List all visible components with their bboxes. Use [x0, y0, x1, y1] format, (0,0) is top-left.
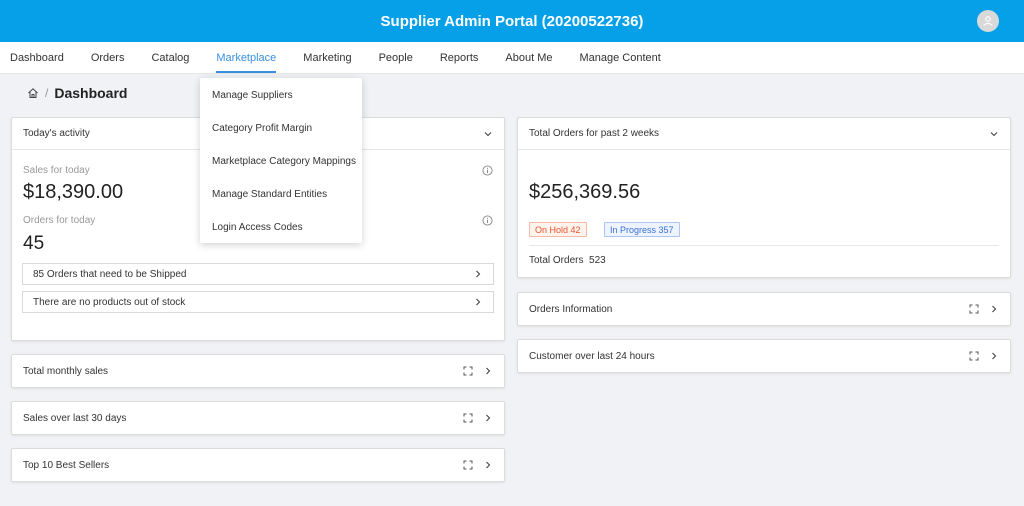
expand-icon[interactable] [463, 460, 473, 470]
total-orders-card: Total Orders for past 2 weeks $256,369.5… [517, 117, 1011, 278]
breadcrumb-separator: / [45, 86, 49, 100]
info-icon[interactable] [482, 215, 493, 226]
card-header[interactable]: Sales over last 30 days [12, 402, 504, 434]
chevron-right-icon[interactable] [483, 413, 493, 423]
sales-today-value: $18,390.00 [23, 181, 124, 203]
card-header[interactable]: Customer over last 24 hours [518, 340, 1010, 372]
nav-people[interactable]: People [379, 42, 413, 74]
nav-label: Marketing [303, 51, 352, 64]
nav-manage-content[interactable]: Manage Content [579, 42, 660, 74]
card-header[interactable]: Total monthly sales [12, 355, 504, 387]
nav-marketing[interactable]: Marketing [303, 42, 351, 74]
chevron-right-icon[interactable] [989, 351, 999, 361]
total-orders-amount: $256,369.56 [529, 181, 641, 203]
nav-label: About Me [505, 51, 553, 64]
nav-label: People [378, 51, 413, 64]
top-header: Supplier Admin Portal (20200522736) [0, 0, 1024, 42]
chevron-down-icon[interactable] [483, 129, 493, 139]
card-title: Sales over last 30 days [23, 412, 127, 424]
sales-today-label: Sales for today [23, 165, 90, 176]
expand-icon[interactable] [463, 413, 473, 423]
nav-about-me[interactable]: About Me [505, 42, 552, 74]
in-progress-badge: In Progress 357 [604, 222, 680, 237]
nav-label: Orders [90, 51, 125, 64]
total-orders-label: Total Orders [529, 255, 584, 266]
nav-dashboard[interactable]: Dashboard [10, 42, 64, 74]
nav-label: Dashboard [10, 51, 64, 64]
top-10-best-sellers-card: Top 10 Best Sellers [11, 448, 505, 482]
row-label: 85 Orders that need to be Shipped [33, 268, 187, 280]
menu-item-manage-suppliers[interactable]: Manage Suppliers [200, 79, 362, 112]
card-header[interactable]: Orders Information [518, 293, 1010, 325]
nav-marketplace[interactable]: Marketplace [216, 42, 276, 74]
card-title: Today's activity [23, 128, 90, 139]
card-title: Customer over last 24 hours [529, 350, 655, 362]
chevron-right-icon[interactable] [483, 366, 493, 376]
chevron-right-icon [473, 269, 483, 279]
nav-catalog[interactable]: Catalog [151, 42, 189, 74]
user-icon [982, 15, 994, 27]
card-header[interactable]: Top 10 Best Sellers [12, 449, 504, 481]
menu-item-login-access-codes[interactable]: Login Access Codes [200, 211, 362, 244]
chevron-right-icon[interactable] [483, 460, 493, 470]
main-nav: Dashboard Orders Catalog Marketplace Mar… [0, 42, 1024, 74]
expand-icon[interactable] [463, 366, 473, 376]
orders-information-card: Orders Information [517, 292, 1011, 326]
customer-last-24-hours-card: Customer over last 24 hours [517, 339, 1011, 373]
page-title: Dashboard [54, 85, 128, 101]
total-monthly-sales-card: Total monthly sales [11, 354, 505, 388]
chevron-right-icon [473, 297, 483, 307]
orders-to-ship-row[interactable]: 85 Orders that need to be Shipped [22, 263, 494, 285]
menu-item-manage-standard-entities[interactable]: Manage Standard Entities [200, 178, 362, 211]
out-of-stock-row[interactable]: There are no products out of stock [22, 291, 494, 313]
card-title: Top 10 Best Sellers [23, 459, 110, 471]
nav-label: Marketplace [216, 51, 277, 64]
sales-last-30-days-card: Sales over last 30 days [11, 401, 505, 435]
orders-today-label: Orders for today [23, 215, 96, 226]
expand-icon[interactable] [969, 304, 979, 314]
menu-item-category-profit-margin[interactable]: Category Profit Margin [200, 112, 362, 145]
divider [529, 245, 999, 246]
total-orders-count: Total Orders 523 [529, 255, 606, 266]
card-title: Orders Information [529, 303, 613, 315]
nav-orders[interactable]: Orders [91, 42, 125, 74]
orders-today-value: 45 [23, 233, 45, 254]
info-icon[interactable] [482, 165, 493, 176]
user-avatar[interactable] [977, 10, 999, 32]
chevron-right-icon[interactable] [989, 304, 999, 314]
breadcrumb: / Dashboard [27, 85, 127, 101]
expand-icon[interactable] [969, 351, 979, 361]
nav-label: Manage Content [579, 51, 661, 64]
chevron-down-icon[interactable] [989, 129, 999, 139]
portal-title: Supplier Admin Portal (20200522736) [380, 12, 644, 30]
card-header[interactable]: Total Orders for past 2 weeks [518, 118, 1010, 150]
card-title: Total monthly sales [23, 365, 109, 377]
total-orders-value: 523 [589, 255, 606, 266]
nav-label: Catalog [151, 51, 190, 64]
nav-reports[interactable]: Reports [440, 42, 479, 74]
menu-item-marketplace-category-mappings[interactable]: Marketplace Category Mappings [200, 145, 362, 178]
row-label: There are no products out of stock [33, 296, 186, 308]
card-title: Total Orders for past 2 weeks [529, 128, 660, 139]
home-icon[interactable] [27, 87, 39, 99]
nav-label: Reports [439, 51, 479, 64]
marketplace-dropdown-menu: Manage Suppliers Category Profit Margin … [200, 78, 362, 243]
on-hold-badge: On Hold 42 [529, 222, 587, 237]
